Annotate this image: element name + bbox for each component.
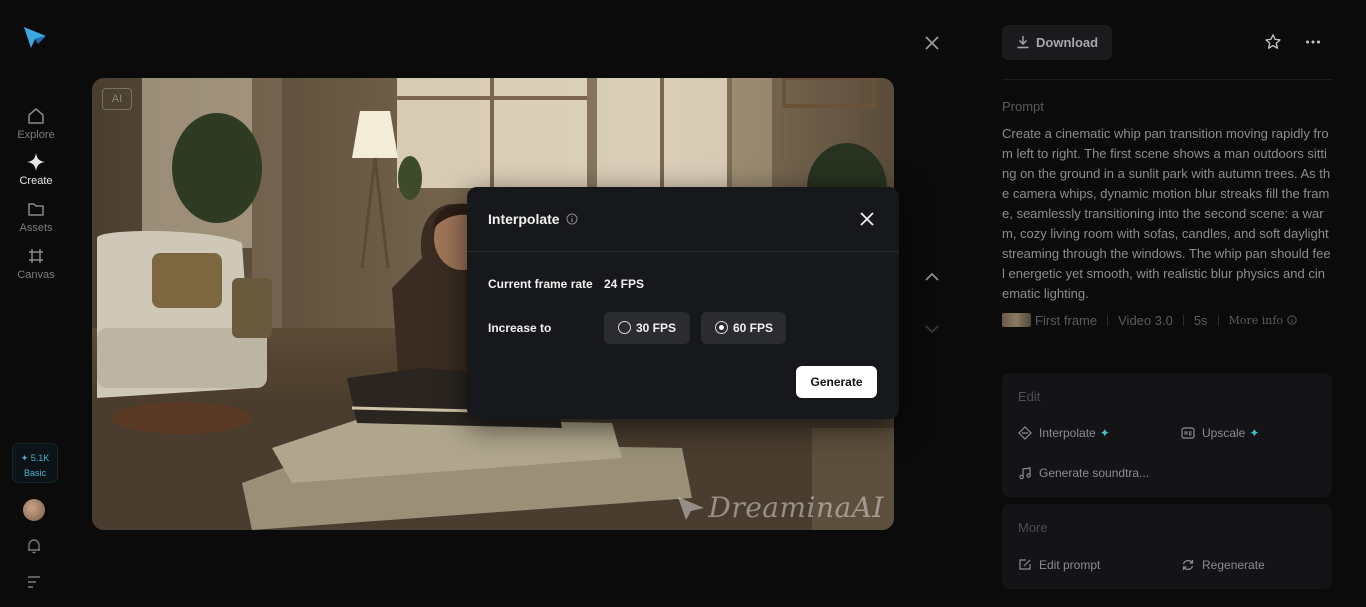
watermark-text: DreaminaAI [708, 491, 884, 524]
nav-create[interactable]: Create [0, 152, 72, 187]
nav-explore[interactable]: Explore [0, 106, 72, 141]
credits-plan: Basic [23, 468, 46, 478]
previous-arrow-icon[interactable] [922, 267, 942, 287]
more-title: More [1018, 520, 1048, 535]
fps-option-60-label: 60 FPS [733, 321, 774, 335]
regenerate-action[interactable]: Regenerate [1181, 558, 1265, 572]
music-note-icon [1019, 467, 1031, 480]
app-root: Explore Create Assets Canvas ✦ 5.1K Basi… [0, 0, 1366, 607]
interpolate-label: Interpolate [1039, 426, 1096, 440]
more-options-icon[interactable] [1304, 33, 1322, 51]
canvas-icon [29, 249, 43, 263]
bell-icon[interactable] [25, 537, 43, 555]
upscale-label: Upscale [1202, 426, 1246, 440]
increase-to-label: Increase to [488, 321, 552, 335]
avatar[interactable] [23, 499, 45, 521]
radio-30fps[interactable] [618, 321, 631, 334]
edit-prompt-icon [1019, 559, 1031, 570]
regenerate-label: Regenerate [1202, 558, 1265, 572]
sparkle-icon: ✦ [1099, 426, 1110, 440]
nav-canvas[interactable]: Canvas [0, 246, 72, 281]
nav-explore-label: Explore [17, 129, 55, 141]
right-panel: Download Prompt Create a cinematic whip … [1002, 0, 1332, 607]
meta-divider [1217, 314, 1219, 326]
meta-divider [1107, 314, 1109, 326]
next-arrow-icon[interactable] [922, 319, 942, 339]
credits-amount: ✦ 5.1K [20, 453, 50, 463]
prompt-text: Create a cinematic whip pan transition m… [1002, 126, 1331, 301]
upscale-icon [1181, 427, 1195, 439]
close-viewer-icon[interactable] [922, 33, 942, 53]
current-frame-rate-label: Current frame rate [488, 277, 593, 291]
more-card: More Edit prompt Regenerate [1002, 504, 1332, 589]
info-icon[interactable] [1287, 315, 1297, 325]
dialog-header: Interpolate [467, 187, 899, 252]
radio-60fps-selected[interactable] [715, 321, 728, 334]
generation-meta: First frame Video 3.0 5s More info [1002, 312, 1297, 328]
meta-divider [1182, 314, 1184, 326]
edit-prompt-action[interactable]: Edit prompt [1018, 558, 1100, 572]
fps-option-30-label: 30 FPS [636, 321, 677, 335]
download-icon [1017, 36, 1029, 49]
left-nav: Explore Create Assets Canvas ✦ 5.1K Basi… [0, 0, 72, 607]
info-icon[interactable] [566, 213, 578, 225]
first-frame-label: First frame [1035, 312, 1098, 328]
menu-icon[interactable] [26, 574, 42, 590]
edit-card: Edit Interpolate ✦ Upscale ✦ Generate so… [1002, 373, 1332, 497]
dialog-title: Interpolate [488, 211, 560, 227]
current-frame-rate-value: 24 FPS [604, 277, 645, 291]
generate-soundtrack-action[interactable]: Generate soundtra... [1018, 466, 1149, 480]
close-icon[interactable] [858, 210, 876, 228]
ai-badge: AI [102, 88, 132, 110]
edit-prompt-label: Edit prompt [1039, 558, 1101, 572]
first-frame-thumbnail[interactable] [1002, 313, 1031, 327]
generate-soundtrack-label: Generate soundtra... [1039, 466, 1150, 480]
edit-title: Edit [1018, 389, 1041, 404]
generate-button[interactable]: Generate [796, 366, 877, 398]
credits-badge[interactable]: ✦ 5.1K Basic [12, 443, 58, 483]
nav-assets-label: Assets [19, 222, 53, 234]
download-label: Download [1036, 35, 1099, 50]
dreamina-logo-icon[interactable] [22, 24, 48, 50]
star-icon[interactable] [1264, 33, 1282, 51]
interpolate-icon [1018, 426, 1032, 440]
duration-label: 5s [1193, 312, 1208, 328]
upscale-action[interactable]: Upscale ✦ [1181, 426, 1259, 440]
nav-create-label: Create [19, 175, 53, 187]
nav-assets[interactable]: Assets [0, 199, 72, 234]
more-info-link[interactable]: More info [1229, 314, 1283, 327]
create-icon [27, 153, 45, 171]
sparkle-icon: ✦ [1249, 426, 1260, 440]
fps-option-60[interactable]: 60 FPS [701, 312, 786, 344]
prompt-label: Prompt [1002, 99, 1044, 114]
model-label: Video 3.0 [1118, 312, 1173, 328]
interpolate-dialog: Interpolate Current frame rate 24 FPS In… [467, 187, 899, 419]
interpolate-action[interactable]: Interpolate ✦ [1018, 426, 1110, 440]
home-icon [28, 108, 44, 124]
regenerate-icon [1182, 560, 1194, 570]
folder-icon [28, 203, 44, 216]
fps-option-30[interactable]: 30 FPS [604, 312, 690, 344]
watermark-logo-icon [678, 497, 705, 520]
divider [1002, 79, 1332, 80]
nav-canvas-label: Canvas [17, 269, 55, 281]
dreamina-watermark: DreaminaAI [676, 491, 884, 524]
download-button[interactable]: Download [1002, 25, 1112, 60]
